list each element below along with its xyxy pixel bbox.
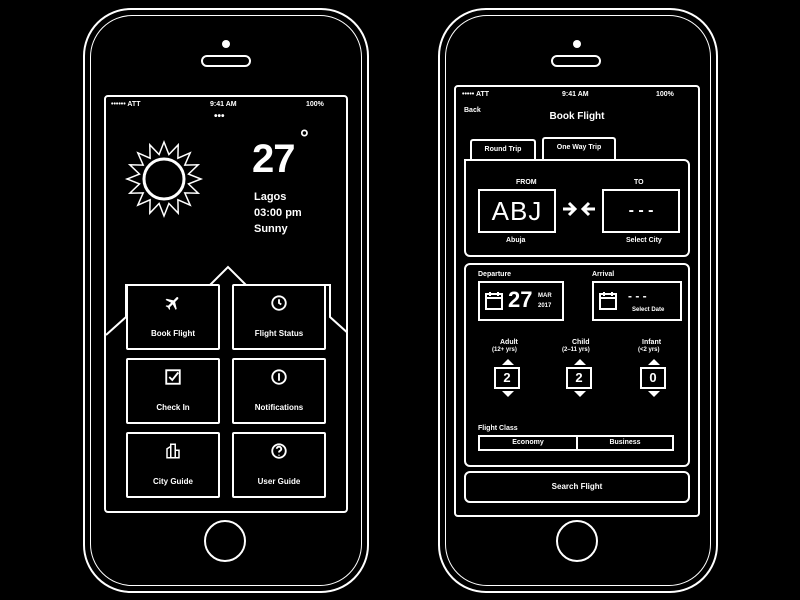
calendar-icon — [485, 292, 503, 310]
decrement-arrow-icon[interactable] — [574, 391, 586, 397]
tile-label: Check In — [156, 403, 190, 412]
tile-book-flight[interactable]: Book Flight — [126, 284, 220, 350]
increment-arrow-icon[interactable] — [574, 359, 586, 365]
departure-label: Departure — [478, 271, 512, 278]
left-speaker — [201, 55, 251, 67]
departure-month: MAR — [538, 293, 552, 299]
right-home-button[interactable] — [556, 520, 598, 562]
child-sub: (2–11 yrs) — [562, 347, 590, 353]
increment-arrow-icon[interactable] — [502, 359, 514, 365]
infant-label: Infant — [642, 339, 662, 346]
tile-label: City Guide — [152, 477, 193, 486]
class-economy[interactable]: Economy — [478, 435, 578, 451]
tile-flight-status[interactable]: Flight Status — [232, 284, 326, 350]
adult-label: Adult — [500, 339, 518, 346]
question-icon — [271, 443, 287, 459]
page-title: Book Flight — [549, 111, 605, 122]
weather-city: Lagos — [254, 191, 287, 203]
status-battery: 100% — [306, 101, 324, 108]
tab-one-way-trip[interactable]: One Way Trip — [542, 137, 616, 159]
departure-day: 27 — [508, 287, 533, 312]
sun-icon — [124, 139, 204, 219]
infant-sub: (<2 yrs) — [638, 347, 660, 353]
to-label: TO — [634, 179, 644, 186]
tile-label: User Guide — [257, 477, 301, 486]
city-icon — [166, 443, 180, 459]
status-time: 9:41 AM — [210, 101, 237, 108]
sun-rays — [124, 139, 204, 219]
infant-count: 0 — [640, 367, 666, 389]
weather-condition: Sunny — [254, 223, 288, 235]
decrement-arrow-icon[interactable] — [648, 391, 660, 397]
decrement-arrow-icon[interactable] — [502, 391, 514, 397]
tile-city-guide[interactable]: City Guide — [126, 432, 220, 498]
tile-label: Notifications — [254, 403, 304, 412]
child-label: Child — [572, 339, 590, 346]
to-code-box[interactable]: - - - — [602, 189, 680, 233]
tile-check-in[interactable]: Check In — [126, 358, 220, 424]
status-carrier: ••••• ATT — [462, 91, 490, 98]
temperature: 27 — [252, 137, 295, 181]
clock-icon — [271, 295, 287, 311]
left-screen: •••••• ATT 9:41 AM 100% ••• 27 ° Lagos 0… — [104, 95, 348, 513]
arrival-date-box[interactable]: - - - Select Date — [592, 281, 682, 321]
page-dots: ••• — [214, 111, 225, 122]
class-business[interactable]: Business — [576, 435, 674, 451]
status-battery: 100% — [656, 91, 674, 98]
arrival-sub: Select Date — [632, 307, 665, 313]
weather-time: 03:00 pm — [254, 207, 302, 219]
details-panel: Departure 27 MAR 2017 Arrival - - - Sele… — [464, 263, 690, 467]
child-count: 2 — [566, 367, 592, 389]
tab-round-trip[interactable]: Round Trip — [470, 139, 536, 159]
tile-notifications[interactable]: Notifications — [232, 358, 326, 424]
from-code: ABJ — [491, 196, 543, 226]
tile-label: Book Flight — [151, 329, 195, 338]
arrival-label: Arrival — [592, 271, 615, 278]
status-carrier: •••••• ATT — [111, 101, 141, 108]
adult-count: 2 — [494, 367, 520, 389]
status-time: 9:41 AM — [562, 91, 589, 98]
departure-date-box[interactable]: 27 MAR 2017 — [478, 281, 564, 321]
right-screen: ••••• ATT 9:41 AM 100% Back Book Flight … — [454, 85, 700, 517]
search-flight-button[interactable]: Search Flight — [464, 471, 690, 503]
info-icon — [271, 369, 287, 385]
calendar-icon — [599, 292, 617, 310]
to-city: Select City — [626, 237, 662, 244]
infant-stepper[interactable]: 0 — [636, 359, 672, 397]
increment-arrow-icon[interactable] — [648, 359, 660, 365]
adult-sub: (12+ yrs) — [492, 347, 517, 353]
child-stepper[interactable]: 2 — [562, 359, 598, 397]
tile-label: Flight Status — [254, 329, 304, 338]
airplane-icon — [165, 297, 179, 310]
departure-year: 2017 — [538, 303, 552, 309]
route-panel: FROM ABJ Abuja TO - - - Select City — [464, 159, 690, 257]
left-front-camera — [222, 40, 230, 48]
tile-user-guide[interactable]: User Guide — [232, 432, 326, 498]
right-front-camera — [573, 40, 581, 48]
adult-stepper[interactable]: 2 — [490, 359, 526, 397]
search-flight-label: Search Flight — [551, 482, 603, 491]
from-label: FROM — [516, 179, 537, 186]
from-code-box[interactable]: ABJ — [478, 189, 556, 233]
right-speaker — [551, 55, 601, 67]
degree-symbol: ° — [300, 125, 309, 150]
arrival-value: - - - — [628, 289, 647, 303]
to-code: - - - — [628, 202, 654, 219]
checkbox-icon — [165, 369, 181, 385]
flight-class-label: Flight Class — [478, 425, 518, 432]
left-home-button[interactable] — [204, 520, 246, 562]
swap-flight-icon[interactable] — [560, 199, 598, 219]
from-city: Abuja — [506, 237, 526, 244]
